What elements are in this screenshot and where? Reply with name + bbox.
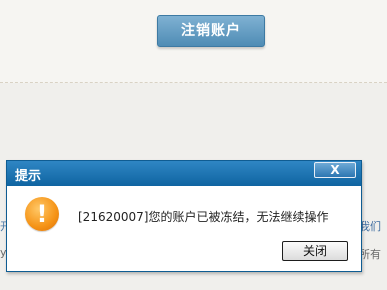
dialog-body: ! [21620007]您的账户已被冻结，无法继续操作 关闭 [7, 186, 361, 270]
partial-link-right[interactable]: 我们 [359, 218, 381, 234]
dialog-message: [21620007]您的账户已被冻结，无法继续操作 [78, 210, 329, 224]
dialog-title: 提示 [15, 169, 42, 184]
dialog-titlebar: 提示 X [7, 161, 361, 186]
warning-icon: ! [25, 197, 59, 231]
alert-dialog: 提示 X ! [21620007]您的账户已被冻结，无法继续操作 关闭 [6, 160, 362, 272]
page-header-area: 注销账户 [0, 0, 387, 83]
partial-text-right: 所有 [359, 248, 381, 261]
close-icon: X [330, 163, 340, 177]
dialog-ok-button[interactable]: 关闭 [282, 241, 348, 261]
cancel-account-button[interactable]: 注销账户 [157, 15, 265, 47]
dialog-close-button[interactable]: X [314, 162, 356, 178]
